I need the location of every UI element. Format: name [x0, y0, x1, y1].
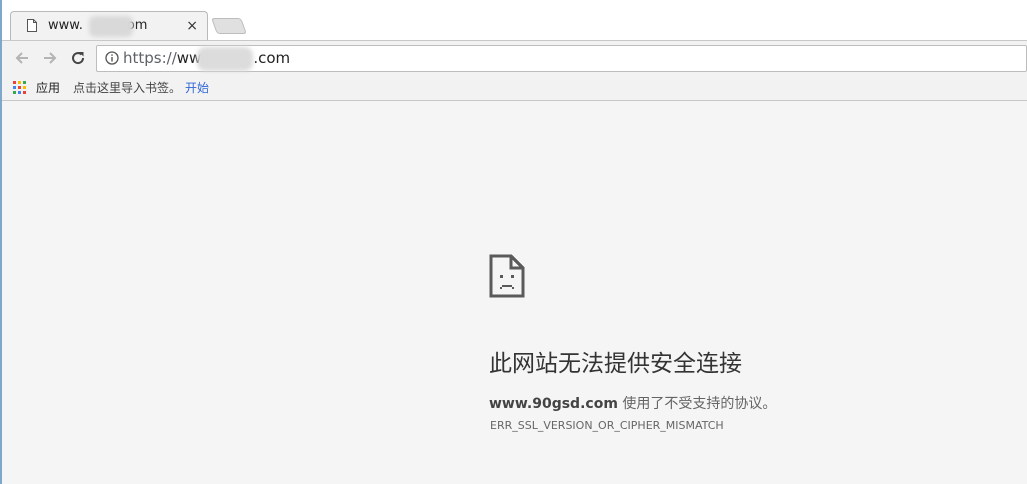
redaction-blur	[89, 16, 133, 37]
arrow-left-icon	[15, 52, 28, 64]
tab-close-icon[interactable]: ×	[186, 17, 198, 35]
forward-button[interactable]	[40, 48, 60, 68]
sad-page-icon	[489, 254, 525, 298]
error-description: www.90gsd.com 使用了不受支持的协议。	[489, 393, 776, 413]
address-bar[interactable]: https://ww .com	[96, 45, 1027, 72]
redaction-blur	[197, 47, 253, 71]
bookmarks-bar: 应用 点击这里导入书签。 开始	[2, 74, 1027, 101]
browser-window: www. om × https://ww .com 应用 点击这里导入书签。 开…	[0, 0, 1027, 484]
new-tab-button[interactable]	[211, 18, 247, 34]
apps-label[interactable]: 应用	[36, 79, 60, 96]
import-bookmarks-hint: 点击这里导入书签。	[73, 81, 182, 95]
back-button[interactable]	[12, 48, 32, 68]
arrow-right-icon	[44, 52, 57, 64]
apps-grid-icon[interactable]	[13, 81, 26, 94]
toolbar: https://ww .com	[2, 40, 1027, 74]
reload-button[interactable]	[68, 48, 88, 68]
error-page: 此网站无法提供安全连接 www.90gsd.com 使用了不受支持的协议。 ER…	[2, 101, 1027, 484]
tab-strip: www. om ×	[2, 0, 1027, 40]
error-code: ERR_SSL_VERSION_OR_CIPHER_MISMATCH	[490, 419, 724, 432]
start-link[interactable]: 开始	[185, 79, 209, 96]
info-icon[interactable]	[105, 51, 119, 65]
page-icon	[27, 19, 37, 32]
error-domain: www.90gsd.com	[489, 396, 618, 412]
reload-icon	[72, 52, 85, 65]
active-tab[interactable]: www. om ×	[10, 11, 208, 40]
error-message: 使用了不受支持的协议。	[617, 396, 777, 412]
error-title: 此网站无法提供安全连接	[489, 351, 742, 377]
